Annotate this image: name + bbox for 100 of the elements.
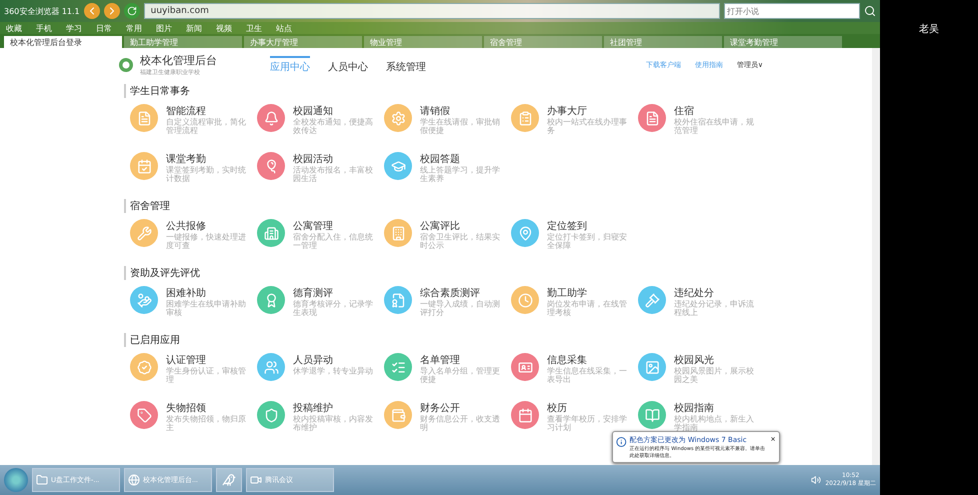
app-name: 公共报修: [166, 220, 207, 233]
app-name: 办事大厅: [547, 104, 588, 118]
info-icon: [616, 435, 627, 449]
volume-icon[interactable]: [811, 475, 822, 485]
app-description: 活动发布报名，丰富校园生活: [293, 166, 374, 184]
forward-button[interactable]: [104, 3, 120, 19]
app-name: 住宿: [674, 104, 695, 118]
app-tile[interactable]: 校园风光 校园风景图片，展示校园之美: [626, 350, 753, 394]
app-tile[interactable]: 综合素质测评 一键导入成绩，自动测评打分: [372, 283, 499, 327]
app-tile[interactable]: 课堂考勤 课堂签到考勤，实时统计数据: [118, 149, 245, 193]
app-tile[interactable]: 投稿维护 校内投稿审核，内容发布维护: [245, 398, 372, 442]
app-description: 校内一站式在线办理事务: [547, 118, 628, 136]
app-description: 学生在线请假，审批销假便捷: [420, 118, 501, 136]
bookmark[interactable]: 视频: [216, 22, 232, 34]
section-title: 已启用应用: [124, 333, 180, 347]
app-description: 困难学生在线申请补助审核: [166, 300, 247, 318]
address-field[interactable]: uuyiban.com: [144, 3, 720, 19]
app-name: 综合素质测评: [420, 286, 481, 300]
app-tile[interactable]: 认证管理 学生身份认证，审核管理: [118, 350, 245, 394]
video-camera-icon: [250, 474, 262, 486]
search-field[interactable]: 打开小说: [724, 3, 860, 19]
bookmark[interactable]: 卫生: [246, 22, 262, 34]
refresh-button[interactable]: [124, 3, 140, 19]
app-description: 休学退学，转专业异动: [293, 367, 374, 376]
back-button[interactable]: [84, 3, 100, 19]
app-tile[interactable]: 校园活动 活动发布报名，丰富校园生活: [245, 149, 372, 193]
browser-title: 360安全浏览器 11.1: [4, 6, 80, 16]
app-description: 学生身份认证，审核管理: [166, 367, 247, 385]
nav-tab[interactable]: 系统管理: [386, 56, 426, 74]
app-tile[interactable]: 住宿 校外住宿在线申请，规范管理: [626, 101, 753, 145]
refresh-icon: [126, 6, 137, 16]
app-tile[interactable]: 财务公开 财务信息公开，收支透明: [372, 398, 499, 442]
app-tile[interactable]: 公寓评比 宿舍卫生评比，结果实时公示: [372, 216, 499, 260]
app-description: 自定义流程审批，简化管理流程: [166, 118, 247, 136]
app-description: 校内投稿审核，内容发布维护: [293, 415, 374, 433]
app-tile[interactable]: 公寓管理 宿舍分配入住，信息统一管理: [245, 216, 372, 260]
bookmark[interactable]: 新闻: [186, 22, 202, 34]
nav-tab[interactable]: 人员中心: [328, 56, 368, 74]
app-tile[interactable]: 名单管理 导入名单分组，管理更便捷: [372, 350, 499, 394]
app-name: 校园答题: [420, 152, 461, 166]
app-tile[interactable]: 请销假 学生在线请假，审批销假便捷: [372, 101, 499, 145]
bookmark[interactable]: 学习: [66, 22, 82, 34]
app-description: 违纪处分记录，申诉流程线上: [674, 300, 755, 318]
app-name: 投稿维护: [293, 402, 334, 414]
app-name: 公寓评比: [420, 220, 461, 232]
app-name: 校园通知: [293, 104, 334, 118]
logo-icon: [118, 57, 134, 73]
app-name: 校园指南: [674, 402, 715, 414]
app-description: 一键报修，快速处理进度可查: [166, 233, 247, 251]
app-description: 查看学年校历，安排学习计划: [547, 415, 628, 433]
app-tile[interactable]: 失物招领 发布失物招领，物归原主: [118, 398, 245, 442]
start-button[interactable]: [4, 468, 28, 492]
app-name: 智能流程: [166, 104, 207, 118]
app-tile[interactable]: 定位签到 定位打卡签到，归寝安全保障: [499, 216, 626, 260]
bookmark[interactable]: 收藏: [6, 22, 22, 34]
app-tile[interactable]: 困难补助 困难学生在线申请补助审核: [118, 283, 245, 327]
section-title: 资助及评先评优: [124, 266, 200, 280]
app-name: 公寓管理: [293, 220, 334, 232]
app-name: 名单管理: [420, 354, 461, 367]
app-tile[interactable]: 办事大厅 校内一站式在线办理事务: [499, 101, 626, 145]
app-tile[interactable]: 违纪处分 违纪处分记录，申诉流程线上: [626, 283, 753, 327]
close-icon[interactable]: [770, 435, 776, 443]
app-description: 校园风景图片，展示校园之美: [674, 367, 755, 385]
app-tile[interactable]: 公共报修 一键报修，快速处理进度可查: [118, 216, 245, 260]
app-tile[interactable]: 信息采集 学生信息在线采集，一表导出: [499, 350, 626, 394]
app-description: 宿舍卫生评比，结果实时公示: [420, 233, 501, 251]
search-icon[interactable]: [864, 5, 876, 17]
app-tile[interactable]: 勤工助学 岗位发布申请，在线管理考核: [499, 283, 626, 327]
bird-icon: [222, 473, 236, 487]
browser-tab[interactable]: 校本化管理后台登录: [4, 36, 122, 48]
folder-icon: [36, 474, 48, 486]
app-name: 信息采集: [547, 354, 588, 366]
app-name: 定位签到: [547, 220, 588, 233]
app-description: 定位打卡签到，归寝安全保障: [547, 233, 628, 251]
app-tile[interactable]: 校园答题 线上答题学习，提升学生素养: [372, 149, 499, 193]
section-title: 宿舍管理: [124, 199, 170, 213]
app-tile[interactable]: 校历 查看学年校历，安排学习计划: [499, 398, 626, 442]
app-name: 失物招领: [166, 402, 207, 415]
section-title: 学生日常事务: [124, 84, 190, 98]
app-description: 导入名单分组，管理更便捷: [420, 367, 501, 385]
app-tile[interactable]: 校园通知 全校发布通知，便捷高效传达: [245, 101, 372, 145]
app-name: 违纪处分: [674, 286, 715, 300]
app-tile[interactable]: 德育测评 德育考核评分，记录学生表现: [245, 283, 372, 327]
app-description: 一键导入成绩，自动测评打分: [420, 300, 501, 318]
bookmark[interactable]: 手机: [36, 22, 52, 34]
app-description: 岗位发布申请，在线管理考核: [547, 300, 628, 318]
scrollbar[interactable]: [872, 48, 880, 465]
bookmark[interactable]: 常用: [126, 22, 142, 34]
bookmark[interactable]: 日常: [96, 22, 112, 34]
app-tile[interactable]: 智能流程 自定义流程审批，简化管理流程: [118, 101, 245, 145]
bookmark[interactable]: 站点: [276, 22, 292, 34]
app-description: 校内机构地点，新生入学指南: [674, 415, 755, 433]
bookmark[interactable]: 图片: [156, 22, 172, 34]
app-name: 勤工助学: [547, 286, 588, 300]
app-description: 财务信息公开，收支透明: [420, 415, 501, 433]
app-name: 请销假: [420, 104, 451, 118]
app-name: 课堂考勤: [166, 152, 207, 166]
app-description: 校外住宿在线申请，规范管理: [674, 118, 755, 136]
app-name: 认证管理: [166, 354, 207, 366]
app-tile[interactable]: 人员异动 休学退学，转专业异动: [245, 350, 372, 394]
